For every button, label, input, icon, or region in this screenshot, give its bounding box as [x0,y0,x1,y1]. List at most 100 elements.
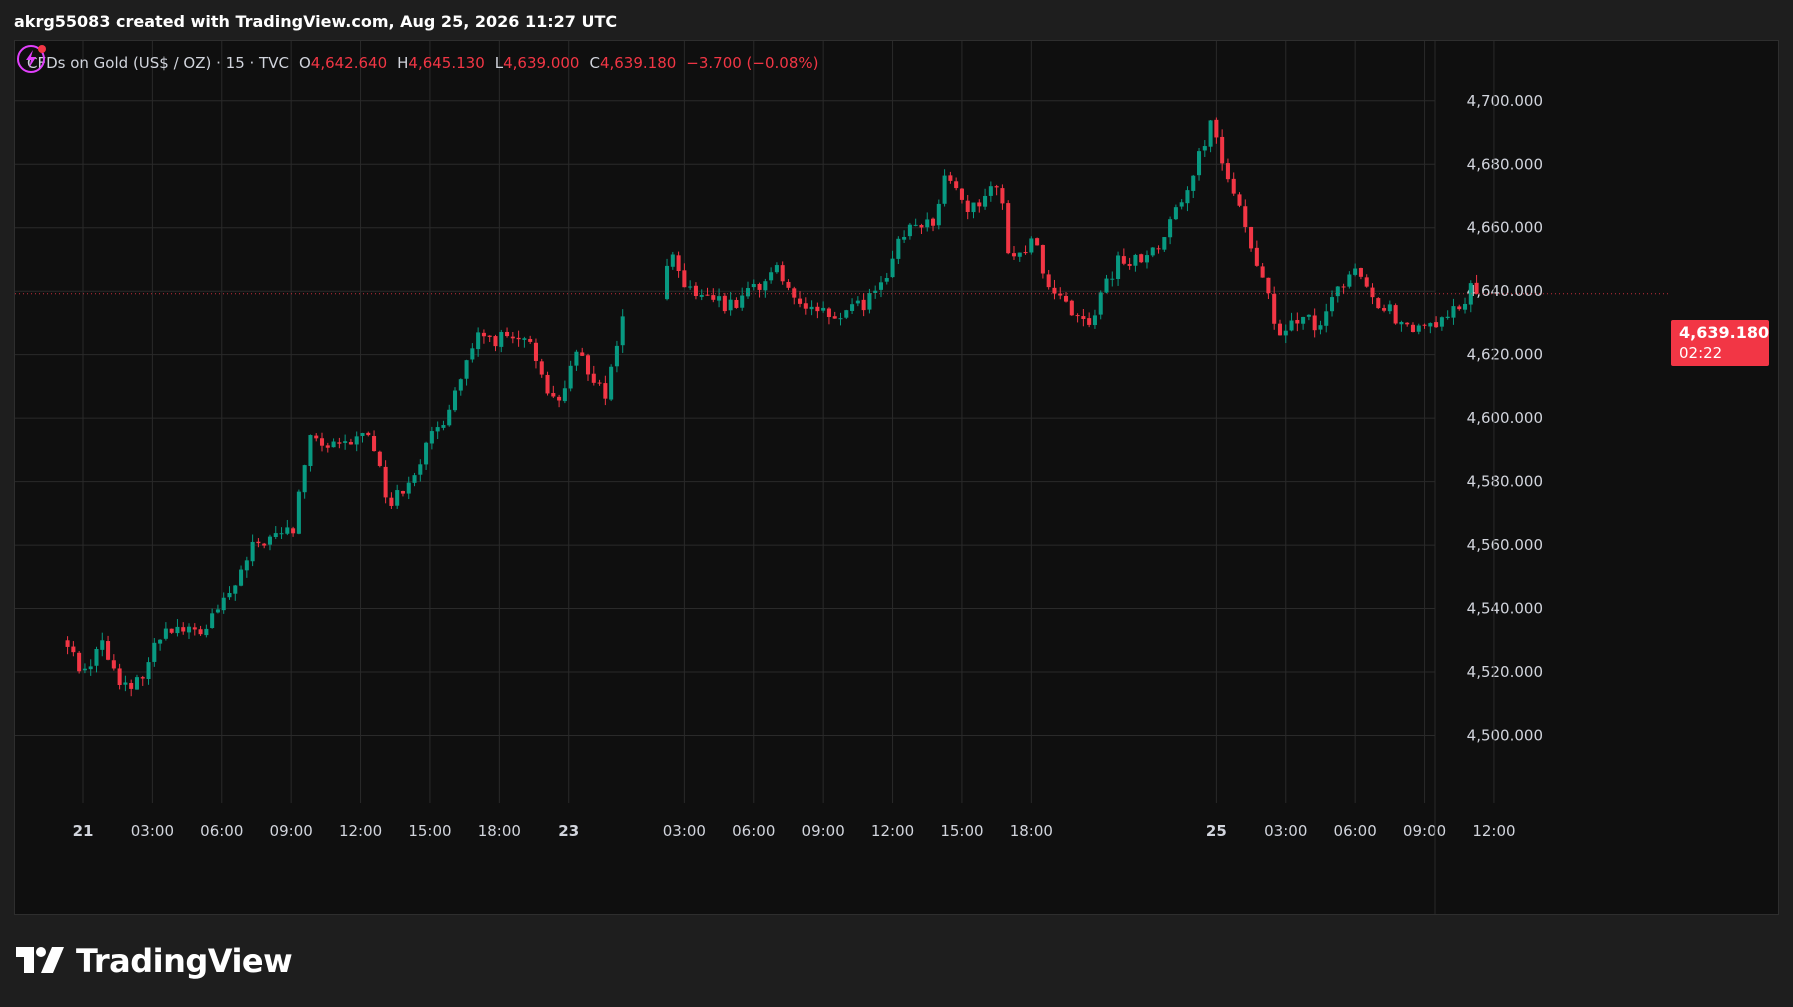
candle-body [1457,306,1462,310]
candle-body [204,628,209,636]
candle-body [106,641,111,660]
candle-body [1081,316,1086,320]
candle-body [314,435,319,439]
candle-body [481,332,486,337]
ohlc-legend: CFDs on Gold (US$ / OZ) · 15 · TVC O4,642… [27,54,818,72]
candle-body [1353,268,1358,275]
candle-body [1462,303,1468,310]
candle-body [792,288,797,298]
candle-body [1260,266,1265,278]
candle-body [1318,325,1323,330]
candle-body [1052,287,1057,294]
legend-high-value: 4,645.130 [408,54,485,72]
candle-body [1185,190,1190,204]
candle-body [343,441,348,443]
x-tick-label: 12:00 [339,822,382,840]
candle-body [850,304,855,311]
candle-body [1445,316,1450,318]
candle-body [111,660,116,669]
legend-change: −3.700 (−0.08%) [686,54,819,72]
candle-body [809,306,814,310]
candle-body [487,335,492,337]
candle-body [1017,252,1022,257]
candle-body [1040,245,1045,274]
candle-body [285,527,290,534]
candle-body [1335,286,1340,297]
candle-body [1468,283,1473,305]
bolt-icon[interactable] [15,41,49,75]
candle-body [826,308,831,318]
candle-body [302,465,307,493]
candle-body [354,436,359,445]
candle-body [1410,324,1415,333]
candle-body [146,662,151,679]
candle-body [907,224,912,237]
brand-name: TradingView [76,942,293,980]
candle-body [919,225,924,228]
candle-body [1474,282,1479,294]
candle-body [1312,315,1317,331]
candle-body [1098,292,1103,315]
y-tick-label: 4,660.000 [1467,219,1543,237]
candle-body [1168,219,1173,238]
chart-pane[interactable]: 4,500.000 4,520.000 4,540.000 4,560.000 4,58… [14,40,1779,915]
candlestick-chart[interactable]: 4,500.000 4,520.000 4,540.000 4,560.000 4,58… [15,41,1779,915]
candle-body [1439,317,1444,327]
candle-body [418,464,423,475]
candle-body [1116,255,1121,280]
candle-body [1341,286,1346,288]
candle-countdown: 02:22 [1679,344,1723,362]
candle-body [1156,248,1161,250]
candle-body [844,310,849,318]
y-tick-label: 4,600.000 [1467,409,1543,427]
candle-body [1387,304,1392,312]
candle-body [551,393,556,397]
candle-body [1191,175,1196,191]
candle-body [267,536,272,545]
candle-body [88,666,93,670]
candle-body [925,219,930,228]
legend-close-value: 4,639.180 [599,54,677,72]
candle-body [429,431,434,444]
candle-body [158,639,163,644]
candle-body [609,366,614,400]
candle-body [977,202,982,207]
tradingview-logo[interactable]: TradingView [16,942,293,980]
candle-body [1451,306,1456,318]
candle-body [873,290,878,293]
candle-body [464,360,469,379]
candle-body [948,175,953,181]
candle-body [670,254,675,267]
candle-body [123,682,128,685]
candle-body [959,188,964,200]
candle-body [734,299,739,308]
candle-body [591,373,596,383]
y-tick-label: 4,620.000 [1467,346,1543,364]
candle-body [452,390,458,411]
candle-body [239,569,244,586]
candle-body [65,640,70,647]
candle-body [983,195,988,207]
candle-body [585,355,591,375]
candle-body [717,296,722,301]
candle-body [1023,252,1028,254]
candle-body [412,475,417,483]
candle-body [557,396,562,401]
candle-body [192,627,197,630]
y-tick-label: 4,500.000 [1467,727,1543,745]
candle-body [936,203,941,226]
legend-symbol[interactable]: CFDs on Gold (US$ / OZ) · 15 · TVC [27,54,289,72]
candle-body [1000,188,1005,204]
candle-body [1266,277,1271,294]
candle-body [1364,277,1369,287]
candle-body [1405,322,1410,325]
candle-body [163,628,168,639]
candle-body [988,186,993,196]
candle-body [1110,278,1115,280]
candle-body [1035,238,1040,246]
candle-body [1075,315,1080,317]
candle-body [1399,322,1404,325]
candle-body [711,295,716,300]
candle-body [406,482,411,494]
y-tick-label: 4,700.000 [1467,92,1543,110]
